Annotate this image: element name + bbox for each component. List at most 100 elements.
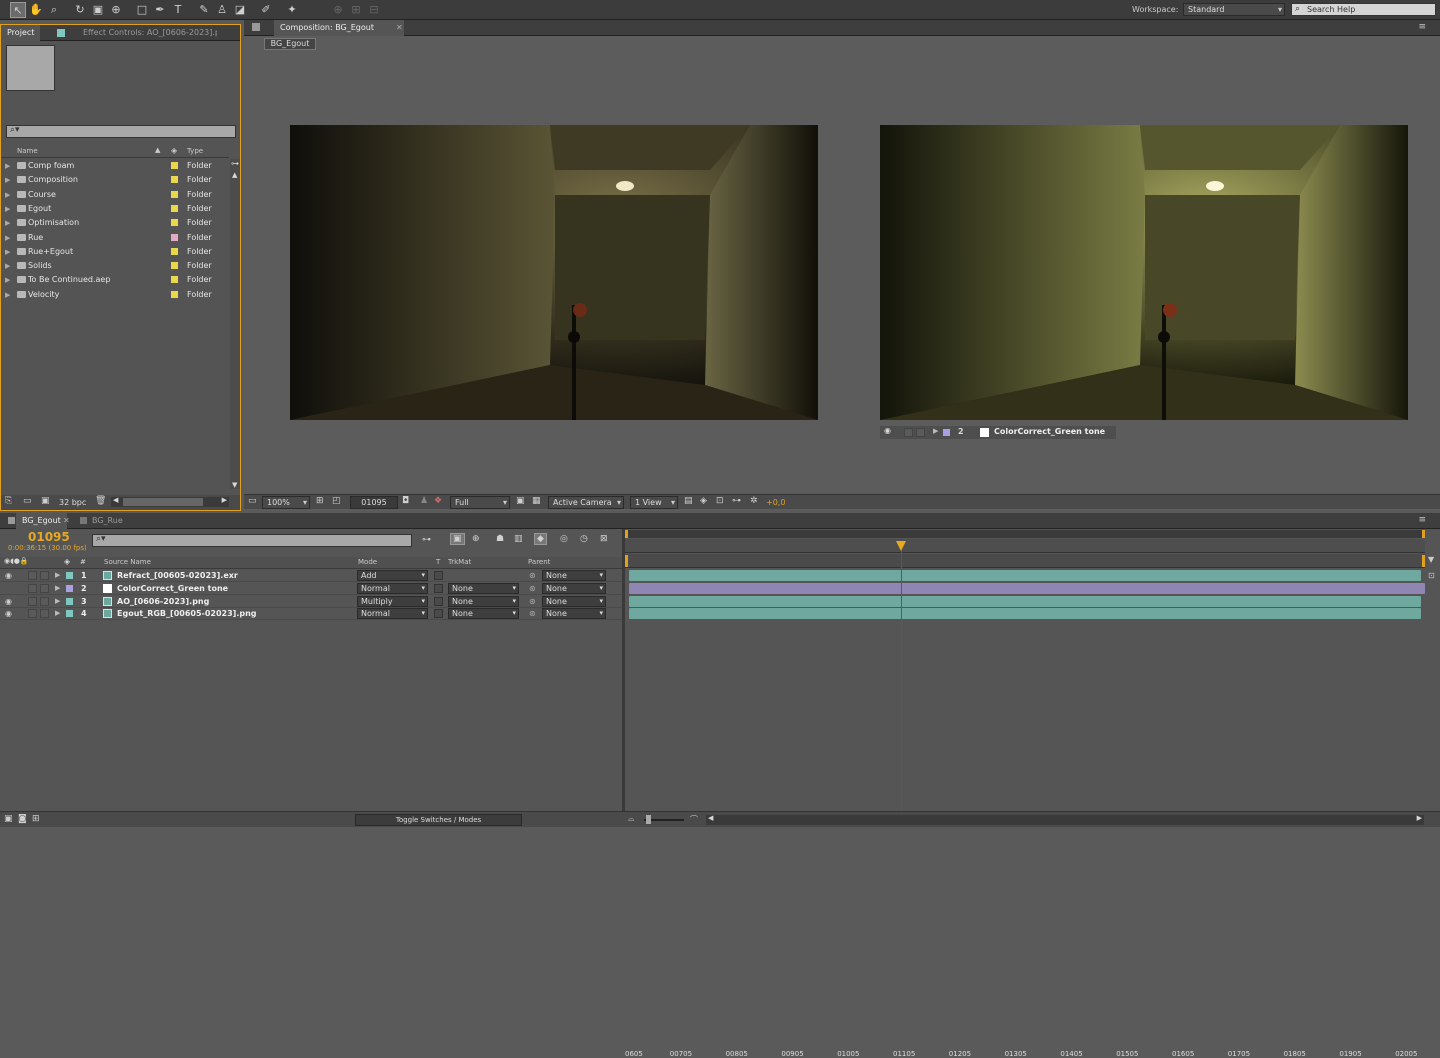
layer-trkmat-select[interactable]: None (448, 595, 519, 607)
layer-row[interactable]: ▶ 2 ColorCorrect_Green tone Normal None ⊛ None (0, 582, 622, 595)
layer-duration-bar[interactable] (629, 582, 1425, 594)
timeline-current-frame[interactable]: 01095 (28, 530, 70, 544)
solo-switch[interactable] (28, 583, 37, 593)
layer-switches-icon[interactable]: ▣ (4, 814, 13, 824)
eye-icon[interactable]: ◉ (5, 569, 12, 582)
layer-parent-select[interactable]: None (542, 570, 606, 581)
expand-triangle-icon[interactable]: ▶ (5, 231, 10, 245)
layer-mode-select[interactable]: Add (357, 570, 428, 581)
camera-select[interactable]: Active Camera (548, 496, 624, 509)
transfer-controls-icon[interactable]: ◙ (18, 814, 27, 824)
project-search-input[interactable]: ⌕▾ (6, 125, 236, 138)
channel-icon[interactable]: ❖ (434, 496, 442, 506)
region-of-interest-icon[interactable]: ▣ (516, 496, 525, 506)
timeline-divider[interactable] (622, 529, 625, 821)
label-color-swatch[interactable] (171, 162, 178, 169)
pick-whip-icon[interactable]: ⊛ (529, 569, 536, 582)
expand-triangle-icon[interactable]: ▶ (5, 159, 10, 173)
panel-menu-icon[interactable]: ≡ (1418, 515, 1426, 525)
eraser-tool-icon[interactable]: ◪ (232, 2, 248, 18)
project-item[interactable]: ▶ Comp foam Folder (5, 159, 227, 173)
camera-tool-icon[interactable]: ▣ (90, 2, 106, 18)
zoom-out-icon[interactable]: ⌓ (628, 814, 634, 824)
timeline-search-input[interactable]: ⌕▾ (92, 534, 412, 547)
project-scrollbar[interactable]: ⊶ ▲ ▼ (230, 159, 240, 489)
viewer-right[interactable] (880, 125, 1408, 420)
zoom-tool-icon[interactable]: ⌕ (46, 2, 62, 18)
expand-triangle-icon[interactable]: ▶ (5, 288, 10, 302)
auto-keyframe-icon[interactable]: ◷ (580, 534, 588, 544)
exposure-icon[interactable]: ✲ (750, 496, 758, 506)
layer-parent-select[interactable]: None (542, 595, 606, 607)
toggle-switches-modes-button[interactable]: Toggle Switches / Modes (355, 814, 522, 826)
tab-bg-egout[interactable]: BG_Egout (16, 513, 67, 529)
project-item[interactable]: ▶ Rue+Egout Folder (5, 245, 227, 259)
col-parent[interactable]: Parent (528, 558, 550, 566)
layer-name[interactable]: Egout_RGB_[00605-02023].png (117, 607, 257, 620)
lock-icon[interactable] (252, 23, 260, 31)
viewer-left[interactable] (290, 125, 818, 420)
preserve-transparency-checkbox[interactable] (434, 571, 443, 580)
interpret-footage-icon[interactable]: ⎘ (5, 496, 12, 506)
pick-whip-icon[interactable]: ⊛ (529, 582, 536, 595)
new-comp-icon[interactable]: ▣ (41, 496, 50, 506)
trash-icon[interactable]: 🗑 (95, 496, 106, 506)
panel-menu-icon[interactable]: ≡ (1418, 22, 1426, 32)
layer-trkmat-select[interactable]: None (448, 608, 519, 620)
pen-tool-icon[interactable]: ✒ (152, 2, 168, 18)
eye-icon[interactable]: ◉ (884, 426, 891, 435)
layer-mode-select[interactable]: Normal (357, 608, 428, 620)
time-ruler[interactable] (625, 539, 1425, 553)
tab-composition[interactable]: Composition: BG_Egout (274, 20, 404, 36)
transparency-grid-icon[interactable]: ▦ (532, 496, 541, 506)
col-mode[interactable]: Mode (358, 558, 377, 566)
preserve-transparency-checkbox[interactable] (434, 596, 443, 606)
fast-previews-icon[interactable]: ◈ (700, 496, 707, 506)
layer-row[interactable]: ◉ ▶ 3 AO_[0606-2023].png Multiply None ⊛ None (0, 595, 622, 608)
rotate-tool-icon[interactable]: ↻ (72, 2, 88, 18)
expand-triangle-icon[interactable]: ▶ (55, 569, 60, 582)
workspace-select[interactable]: Standard (1183, 3, 1285, 16)
live-update-icon[interactable]: ▣ (450, 533, 465, 545)
scroll-left-icon[interactable]: ◀ (708, 814, 713, 822)
layer-name[interactable]: Refract_[00605-02023].exr (117, 569, 238, 582)
brush-tool-icon[interactable]: ✎ (196, 2, 212, 18)
col-t[interactable]: T (436, 558, 440, 566)
expand-triangle-icon[interactable]: ▶ (933, 427, 938, 435)
project-item[interactable]: ▶ Egout Folder (5, 202, 227, 216)
frame-blending-icon[interactable]: ▥ (514, 534, 523, 544)
label-color-swatch[interactable] (171, 204, 178, 212)
project-item[interactable]: ▶ To Be Continued.aep Folder (5, 273, 227, 287)
show-snapshot-icon[interactable]: ♟ (420, 496, 428, 506)
solo-switch[interactable] (28, 571, 37, 580)
hscroll-thumb[interactable] (123, 498, 203, 506)
work-area-bar[interactable] (625, 530, 1425, 538)
solo-switch[interactable] (28, 596, 37, 606)
puppet-pin-tool-icon[interactable]: ✦ (284, 2, 300, 18)
shy-icon[interactable]: ☗ (496, 534, 504, 544)
expand-triangle-icon[interactable]: ▶ (5, 202, 10, 216)
lock-switch[interactable] (40, 596, 49, 606)
label-color-swatch[interactable] (66, 584, 73, 592)
brainstorm-icon[interactable]: ◎ (560, 534, 568, 544)
always-preview-icon[interactable]: ▭ (248, 496, 257, 506)
motion-blur-icon[interactable]: ◆ (534, 533, 547, 545)
project-item[interactable]: ▶ Composition Folder (5, 173, 227, 187)
lock-switch[interactable] (40, 583, 49, 593)
label-color-swatch[interactable] (171, 262, 178, 270)
solo-switch[interactable] (28, 609, 37, 619)
in-out-icon[interactable]: ⊞ (32, 814, 40, 824)
draft-3d-icon[interactable]: ⊕ (472, 534, 480, 544)
label-color-swatch[interactable] (66, 610, 73, 618)
av-features-icon[interactable]: ◉◖●🔒 (4, 557, 29, 565)
expand-triangle-icon[interactable]: ▶ (5, 259, 10, 273)
sort-up-icon[interactable]: ▲ (155, 146, 160, 154)
preserve-transparency-checkbox[interactable] (434, 609, 443, 619)
solo-switch[interactable] (916, 428, 925, 437)
project-item[interactable]: ▶ Rue Folder (5, 231, 227, 245)
scroll-right-icon[interactable]: ▶ (222, 496, 227, 504)
time-navigator[interactable] (625, 554, 1425, 568)
label-color-swatch[interactable] (943, 429, 950, 436)
tab-close-icon[interactable]: ✕ (396, 23, 403, 32)
safe-zones-icon[interactable]: ⊞ (316, 496, 324, 506)
